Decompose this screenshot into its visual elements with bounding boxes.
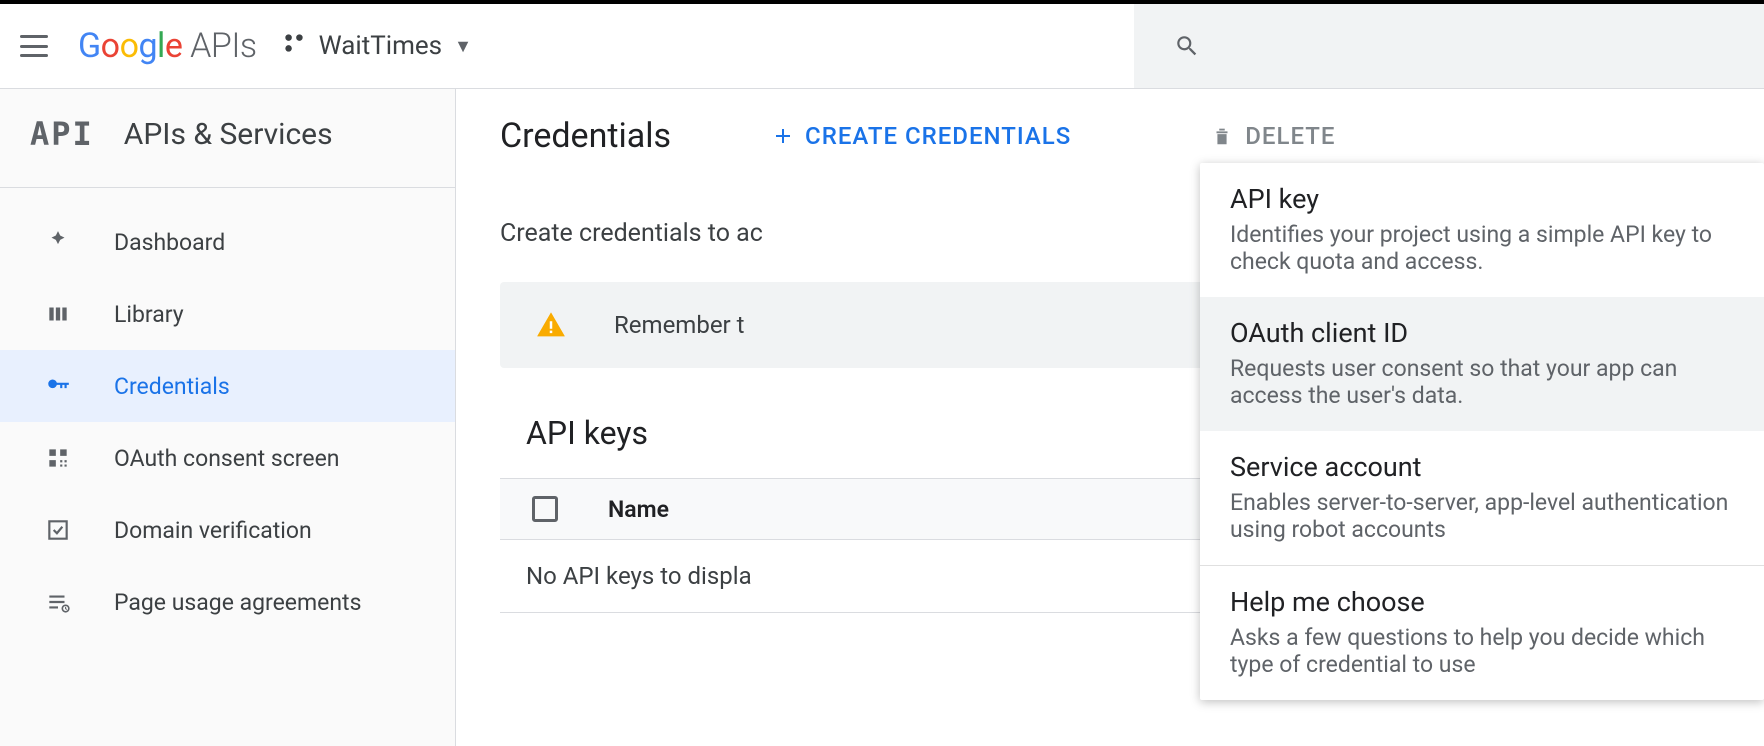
dropdown-item-title: OAuth client ID (1230, 317, 1734, 349)
chevron-down-icon: ▼ (454, 36, 472, 57)
verify-icon (44, 517, 72, 543)
select-all-checkbox[interactable] (532, 496, 558, 522)
dropdown-item-desc: Identifies your project using a simple A… (1230, 221, 1734, 275)
project-name: WaitTimes (319, 31, 442, 61)
dropdown-item-api-key[interactable]: API key Identifies your project using a … (1200, 163, 1764, 297)
sidebar-item-page-usage[interactable]: Page usage agreements (0, 566, 455, 638)
sidebar-item-library[interactable]: Library (0, 278, 455, 350)
google-apis-logo[interactable]: Google APIs (78, 26, 257, 66)
api-logo-icon: API (30, 115, 94, 153)
sidebar-item-domain-verification[interactable]: Domain verification (0, 494, 455, 566)
dropdown-item-desc: Asks a few questions to help you decide … (1230, 624, 1734, 678)
search-icon (1174, 33, 1200, 59)
menu-icon[interactable] (20, 35, 48, 57)
top-bar: Google APIs WaitTimes ▼ (0, 4, 1764, 89)
dropdown-item-title: Service account (1230, 451, 1734, 483)
trash-icon (1211, 124, 1233, 148)
dashboard-icon (44, 229, 72, 255)
sidebar-item-label: OAuth consent screen (114, 445, 340, 472)
sidebar-header: API APIs & Services (0, 89, 455, 188)
column-name: Name (608, 496, 669, 523)
delete-label: DELETE (1245, 122, 1335, 150)
dropdown-item-desc: Enables server-to-server, app-level auth… (1230, 489, 1734, 543)
dropdown-item-desc: Requests user consent so that your app c… (1230, 355, 1734, 409)
key-icon (44, 373, 72, 399)
sidebar-item-label: Library (114, 301, 184, 328)
sidebar-item-label: Page usage agreements (114, 589, 361, 616)
sidebar-item-oauth-consent[interactable]: OAuth consent screen (0, 422, 455, 494)
sidebar-item-credentials[interactable]: Credentials (0, 350, 455, 422)
dropdown-item-title: Help me choose (1230, 586, 1734, 618)
sidebar-item-dashboard[interactable]: Dashboard (0, 206, 455, 278)
sidebar: API APIs & Services Dashboard Library Cr… (0, 89, 456, 746)
sidebar-title: APIs & Services (124, 117, 333, 152)
agreement-icon (44, 589, 72, 615)
library-icon (44, 301, 72, 327)
sidebar-item-label: Domain verification (114, 517, 312, 544)
banner-text: Remember t (614, 311, 744, 339)
consent-icon (44, 445, 72, 471)
project-selector[interactable]: WaitTimes ▼ (281, 30, 472, 63)
main-content: Credentials CREATE CREDENTIALS DELETE Cr… (456, 89, 1764, 746)
sidebar-item-label: Credentials (114, 373, 230, 400)
dropdown-item-title: API key (1230, 183, 1734, 215)
dropdown-item-oauth-client[interactable]: OAuth client ID Requests user consent so… (1200, 297, 1764, 431)
delete-button[interactable]: DELETE (1211, 122, 1335, 150)
dropdown-item-service-account[interactable]: Service account Enables server-to-server… (1200, 431, 1764, 565)
create-credentials-dropdown: API key Identifies your project using a … (1200, 163, 1764, 700)
search-box[interactable] (1134, 4, 1764, 88)
create-credentials-button[interactable]: CREATE CREDENTIALS (771, 122, 1071, 150)
project-icon (281, 30, 307, 63)
plus-icon (771, 124, 795, 148)
page-title: Credentials (500, 116, 671, 156)
create-credentials-label: CREATE CREDENTIALS (805, 122, 1071, 150)
warning-icon (536, 310, 566, 340)
dropdown-item-help-me-choose[interactable]: Help me choose Asks a few questions to h… (1200, 566, 1764, 700)
sidebar-item-label: Dashboard (114, 229, 225, 256)
sidebar-nav: Dashboard Library Credentials OAuth cons… (0, 188, 455, 638)
